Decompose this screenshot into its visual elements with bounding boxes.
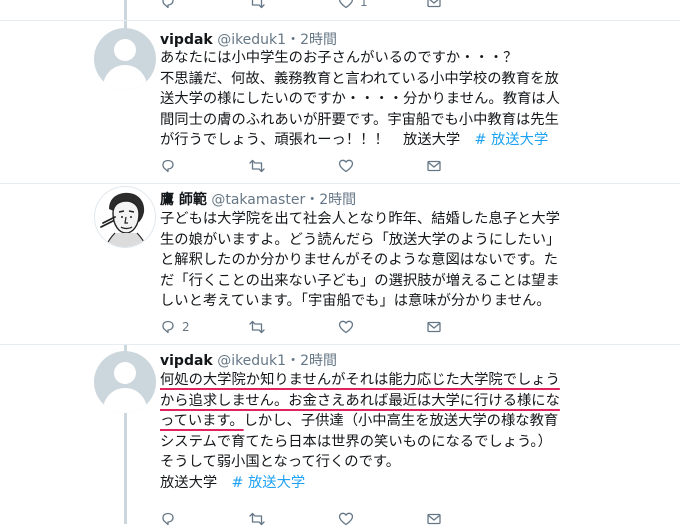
tweet-actions xyxy=(160,510,460,528)
tweet-line: 放送大学 # 放送大学 xyxy=(160,473,580,494)
divider xyxy=(0,183,680,184)
underlined-text: っています。 xyxy=(160,413,244,429)
tweet-header: vipdak @ikeduk1・2時間 xyxy=(160,350,337,370)
tweet-line: システムで育てたら日本は世界の笑いものになるでしょう。） xyxy=(160,433,552,450)
heart-icon xyxy=(338,320,354,334)
tweet-line: 間同士の膚のふれあいが肝要です。宇宙船でも小中教育は先生 xyxy=(160,111,559,128)
tweet-header: 鷹 師範 @takamaster・2時間 xyxy=(160,189,356,209)
user-name[interactable]: vipdak xyxy=(160,32,213,48)
tweet-time[interactable]: ・2時間 xyxy=(286,353,337,369)
reply-button[interactable]: 2 xyxy=(160,318,190,336)
heart-icon xyxy=(338,0,354,9)
envelope-icon xyxy=(427,321,441,333)
tweet-line: 子どもは大学院を出て社会人となり昨年、結婚した息子と大学 xyxy=(160,211,560,227)
reply-button[interactable] xyxy=(160,0,182,11)
heart-icon xyxy=(338,512,354,526)
retweet-icon xyxy=(251,0,265,9)
dm-button[interactable] xyxy=(426,510,442,528)
dm-button[interactable] xyxy=(426,318,442,336)
reply-count: 2 xyxy=(182,320,190,334)
tweet-line: が行うでしょう、頑張れーっ！！！ 放送大学 # 放送大学 xyxy=(160,130,580,151)
retweet-button[interactable] xyxy=(248,318,272,336)
envelope-icon xyxy=(427,160,441,172)
tweet-actions xyxy=(160,157,460,175)
divider xyxy=(0,344,680,345)
sketch-portrait-icon xyxy=(100,192,147,247)
tweet-actions: 2 xyxy=(160,318,460,336)
reply-button[interactable] xyxy=(160,157,182,175)
avatar-body-shape xyxy=(103,65,147,90)
dm-button[interactable] xyxy=(426,157,442,175)
tweet-line: 生の娘がいますよ。どう読んだら「放送大学のようにしたい」 xyxy=(160,231,561,248)
hashtag-link[interactable]: # 放送大学 xyxy=(231,475,305,491)
user-handle[interactable]: @ikeduk1 xyxy=(217,32,286,48)
underlined-text: から追求しません。お金さえあれば最近は大学に行ける様にな xyxy=(160,392,560,409)
reply-button[interactable] xyxy=(160,510,182,528)
like-button[interactable] xyxy=(338,157,360,175)
tweet-time[interactable]: ・2時間 xyxy=(286,32,337,48)
tweet-line: あなたには小中学生のお子さんがいるのですか・・・？ xyxy=(160,50,518,66)
retweet-icon xyxy=(249,512,265,526)
like-button[interactable] xyxy=(338,510,360,528)
tweet-time[interactable]: ・2時間 xyxy=(305,192,356,208)
reply-icon xyxy=(162,159,174,173)
tweet-text: 何処の大学院か知りませんがそれは能力応じた大学院でしょう から追求しません。お金… xyxy=(160,370,580,493)
reply-icon xyxy=(162,320,174,334)
tweet-line-text: 放送大学 xyxy=(160,474,232,491)
reply-icon xyxy=(162,0,174,9)
tweet-line-text: しかし、子供達（小中高生を放送大学の様な教育 xyxy=(243,413,559,429)
thread-line xyxy=(124,0,127,28)
envelope-icon xyxy=(427,0,441,8)
tweet-line: から追求しません。お金さえあれば最近は大学に行ける様にな xyxy=(160,391,580,412)
tweet-line: と解釈したのか分かりませんがそのような意図はないです。た xyxy=(160,252,559,268)
thread-line xyxy=(124,413,127,524)
tweet-text: 子どもは大学院を出て社会人となり昨年、結婚した息子と大学 生の娘がいますよ。どう… xyxy=(160,209,580,312)
reply-icon xyxy=(162,512,174,526)
avatar[interactable] xyxy=(94,351,156,413)
tweet-line: そうして弱小国となって行くのです。 xyxy=(160,454,401,470)
tweet-line: しいと考えています。「宇宙船でも」は意味が分かりません。 xyxy=(160,293,551,309)
tweet-line: 送大学の様にしたいのですか・・・・分かりません。教育は人 xyxy=(160,91,560,107)
user-handle[interactable]: @ikeduk1 xyxy=(217,353,286,369)
avatar-head-shape xyxy=(114,362,136,384)
tweet-line: だ「行くことの出来ない子ども」の選択肢が増えることは望ま xyxy=(160,272,560,289)
retweet-button[interactable] xyxy=(248,0,272,11)
tweet-line-text: が行うでしょう、頑張れーっ！！！ 放送大学 xyxy=(160,132,475,148)
dm-button[interactable] xyxy=(426,0,442,11)
retweet-icon xyxy=(249,320,265,334)
tweet-header: vipdak @ikeduk1・2時間 xyxy=(160,29,337,49)
tweet-line: っています。しかし、子供達（小中高生を放送大学の様な教育 xyxy=(160,411,580,432)
retweet-button[interactable] xyxy=(248,157,272,175)
retweet-icon xyxy=(249,159,265,173)
user-name[interactable]: 鷹 師範 xyxy=(160,192,207,208)
user-handle[interactable]: @takamaster xyxy=(211,192,305,208)
divider xyxy=(0,20,680,21)
heart-icon xyxy=(338,159,354,173)
user-name[interactable]: vipdak xyxy=(160,353,213,369)
avatar-body-shape xyxy=(103,388,147,413)
hashtag-link[interactable]: # 放送大学 xyxy=(475,132,549,148)
envelope-icon xyxy=(427,513,441,525)
avatar[interactable] xyxy=(94,28,156,90)
top-actions: 1 xyxy=(160,0,460,11)
underlined-text: 何処の大学院か知りませんがそれは能力応じた大学院でしょう xyxy=(160,372,560,388)
tweet-line: 何処の大学院か知りませんがそれは能力応じた大学院でしょう xyxy=(160,370,580,391)
avatar-head-shape xyxy=(114,39,136,61)
tweet-line: 不思議だ、何故、義務教育と言われている小中学校の教育を放 xyxy=(160,70,559,87)
like-button[interactable] xyxy=(338,318,360,336)
avatar[interactable] xyxy=(94,186,156,248)
retweet-button[interactable] xyxy=(248,510,272,528)
tweet-text: あなたには小中学生のお子さんがいるのですか・・・？ 不思議だ、何故、義務教育と言… xyxy=(160,48,580,151)
like-button[interactable]: 1 xyxy=(338,0,368,11)
